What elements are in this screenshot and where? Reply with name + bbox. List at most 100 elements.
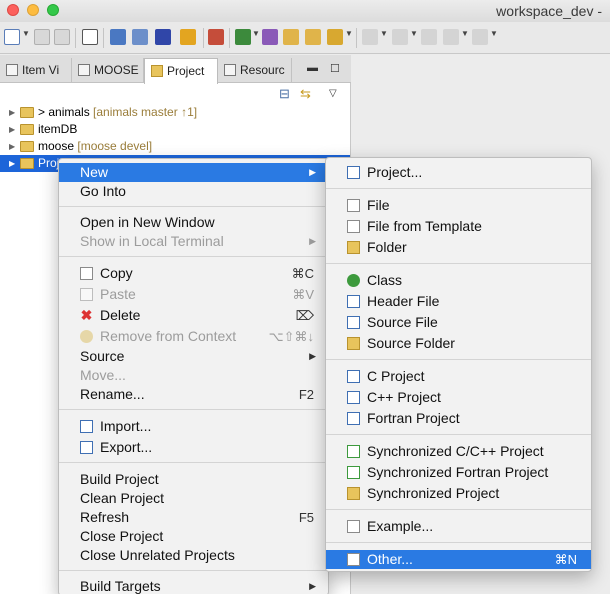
project-folder-icon — [20, 124, 34, 135]
menu-item-build-targets[interactable]: Build Targets ▶ — [59, 577, 328, 594]
close-window-button[interactable] — [7, 4, 19, 16]
save-all-icon[interactable] — [54, 29, 70, 45]
submenu-item-header-file[interactable]: Header File — [326, 292, 591, 311]
tree-item-itemdb[interactable]: ▶ itemDB — [0, 121, 350, 138]
pen-icon[interactable] — [327, 29, 343, 45]
save-icon[interactable] — [34, 29, 50, 45]
submenu-item-sync-fortran[interactable]: Synchronized Fortran Project — [326, 463, 591, 482]
submenu-item-source-folder[interactable]: Source Folder — [326, 334, 591, 353]
menu-item-refresh[interactable]: Refresh F5 — [59, 508, 328, 527]
submenu-item-cpp-project[interactable]: C++ Project — [326, 388, 591, 407]
menu-item-delete[interactable]: ✖ Delete ⌦ — [59, 306, 328, 325]
minimize-icon[interactable]: ▬ — [307, 62, 318, 74]
menu-item-show-terminal[interactable]: Show in Local Terminal ▶ — [59, 232, 328, 251]
menu-item-open-new-window[interactable]: Open in New Window — [59, 213, 328, 232]
submenu-item-sync-c-cpp[interactable]: Synchronized C/C++ Project — [326, 442, 591, 461]
new-project-icon — [347, 166, 360, 179]
arrow-right-icon[interactable] — [180, 29, 196, 45]
project-folder-icon — [20, 107, 34, 118]
menu-item-import[interactable]: Import... — [59, 417, 328, 436]
back-icon[interactable] — [443, 29, 459, 45]
submenu-item-project[interactable]: Project... — [326, 163, 591, 182]
open-type-icon[interactable] — [262, 29, 278, 45]
sync-fortran-icon — [347, 466, 360, 479]
chevron-down-icon[interactable]: ▼ — [461, 29, 469, 38]
tree-item-animals[interactable]: ▶ > animals [animals master ↑1] — [0, 104, 350, 121]
new-folder-icon — [347, 241, 360, 254]
tab-item-view[interactable]: Item Vi — [0, 58, 72, 83]
collapse-all-icon[interactable]: ⊟ — [279, 86, 290, 102]
menu-item-rename[interactable]: Rename... F2 — [59, 385, 328, 404]
menu-item-copy[interactable]: Copy ⌘C — [59, 264, 328, 283]
sync-c-project-icon — [347, 445, 360, 458]
other-wizard-icon — [347, 553, 360, 566]
forward-icon[interactable] — [472, 29, 488, 45]
sync-project-icon — [347, 487, 360, 500]
main-toolbar: ▼ ▼ ▼ ▼ ▼ ▼ ▼ — [0, 22, 610, 54]
menu-item-source[interactable]: Source ▶ — [59, 347, 328, 366]
menu-item-paste[interactable]: Paste ⌘V — [59, 285, 328, 304]
menu-item-move[interactable]: Move... — [59, 366, 328, 385]
submenu-item-class[interactable]: Class — [326, 271, 591, 290]
binary-icon[interactable] — [82, 29, 98, 45]
menu-item-new[interactable]: New ▶ — [59, 163, 328, 182]
last-edit-icon[interactable] — [421, 29, 437, 45]
build-icon[interactable] — [132, 29, 148, 45]
chevron-down-icon[interactable]: ▼ — [252, 29, 260, 38]
next-annotation-icon[interactable] — [392, 29, 408, 45]
submenu-item-folder[interactable]: Folder — [326, 238, 591, 257]
menu-item-export[interactable]: Export... — [59, 438, 328, 457]
new-wizard-icon[interactable] — [4, 29, 20, 45]
menu-item-close-project[interactable]: Close Project — [59, 527, 328, 546]
submenu-item-other[interactable]: Other... ⌘N — [326, 550, 591, 569]
menu-item-remove-from-context[interactable]: Remove from Context ⌥⇧⌘↓ — [59, 327, 328, 346]
view-menu-icon[interactable]: ▽ — [329, 88, 337, 99]
submenu-arrow-icon: ▶ — [309, 581, 316, 591]
menu-item-go-into[interactable]: Go Into — [59, 182, 328, 201]
copy-icon — [80, 267, 93, 280]
expand-arrow-icon[interactable]: ▶ — [9, 138, 15, 155]
submenu-item-sync-project[interactable]: Synchronized Project — [326, 484, 591, 503]
expand-arrow-icon[interactable]: ▶ — [9, 104, 15, 121]
tab-project[interactable]: Project — [144, 58, 218, 84]
minimize-window-button[interactable] — [27, 4, 39, 16]
maximize-icon[interactable]: ☐ — [330, 62, 340, 75]
grid-icon[interactable] — [155, 29, 171, 45]
expand-arrow-icon[interactable]: ▶ — [9, 121, 15, 138]
cpp-project-icon — [347, 391, 360, 404]
fortran-project-icon — [347, 412, 360, 425]
link-editor-icon[interactable]: ⇆ — [300, 86, 311, 102]
open-folder-icon[interactable] — [283, 29, 299, 45]
remove-context-icon — [80, 330, 93, 343]
submenu-item-file-from-template[interactable]: File from Template — [326, 217, 591, 236]
context-menu: New ▶ Go Into Open in New Window Show in … — [58, 158, 329, 594]
tab-resource[interactable]: Resourc — [218, 58, 292, 83]
menu-item-close-unrelated[interactable]: Close Unrelated Projects — [59, 546, 328, 565]
chevron-down-icon[interactable]: ▼ — [345, 29, 353, 38]
tree-item-moose[interactable]: ▶ moose [moose devel] — [0, 138, 350, 155]
view-tab-bar: Item Vi MOOSE Project Resourc ▬ ☐ — [0, 55, 351, 84]
search-icon[interactable] — [235, 29, 251, 45]
header-file-icon — [347, 295, 360, 308]
submenu-item-file[interactable]: File — [326, 196, 591, 215]
chevron-down-icon[interactable]: ▼ — [410, 29, 418, 38]
source-folder-icon — [347, 337, 360, 350]
folder-icon[interactable] — [305, 29, 321, 45]
project-folder-icon — [20, 141, 34, 152]
menu-item-build-project[interactable]: Build Project — [59, 470, 328, 489]
submenu-item-c-project[interactable]: C Project — [326, 367, 591, 386]
chevron-down-icon[interactable]: ▼ — [380, 29, 388, 38]
menu-item-clean-project[interactable]: Clean Project — [59, 489, 328, 508]
debug-icon[interactable] — [208, 29, 224, 45]
chevron-down-icon[interactable]: ▼ — [22, 29, 30, 38]
expand-arrow-icon[interactable]: ▶ — [9, 155, 15, 172]
paste-icon — [80, 288, 93, 301]
zoom-window-button[interactable] — [47, 4, 59, 16]
annotation-icon[interactable] — [362, 29, 378, 45]
terminal-icon[interactable] — [110, 29, 126, 45]
chevron-down-icon[interactable]: ▼ — [490, 29, 498, 38]
submenu-item-example[interactable]: Example... — [326, 517, 591, 536]
tab-moose[interactable]: MOOSE — [72, 58, 144, 83]
submenu-item-source-file[interactable]: Source File — [326, 313, 591, 332]
submenu-item-fortran-project[interactable]: Fortran Project — [326, 409, 591, 428]
